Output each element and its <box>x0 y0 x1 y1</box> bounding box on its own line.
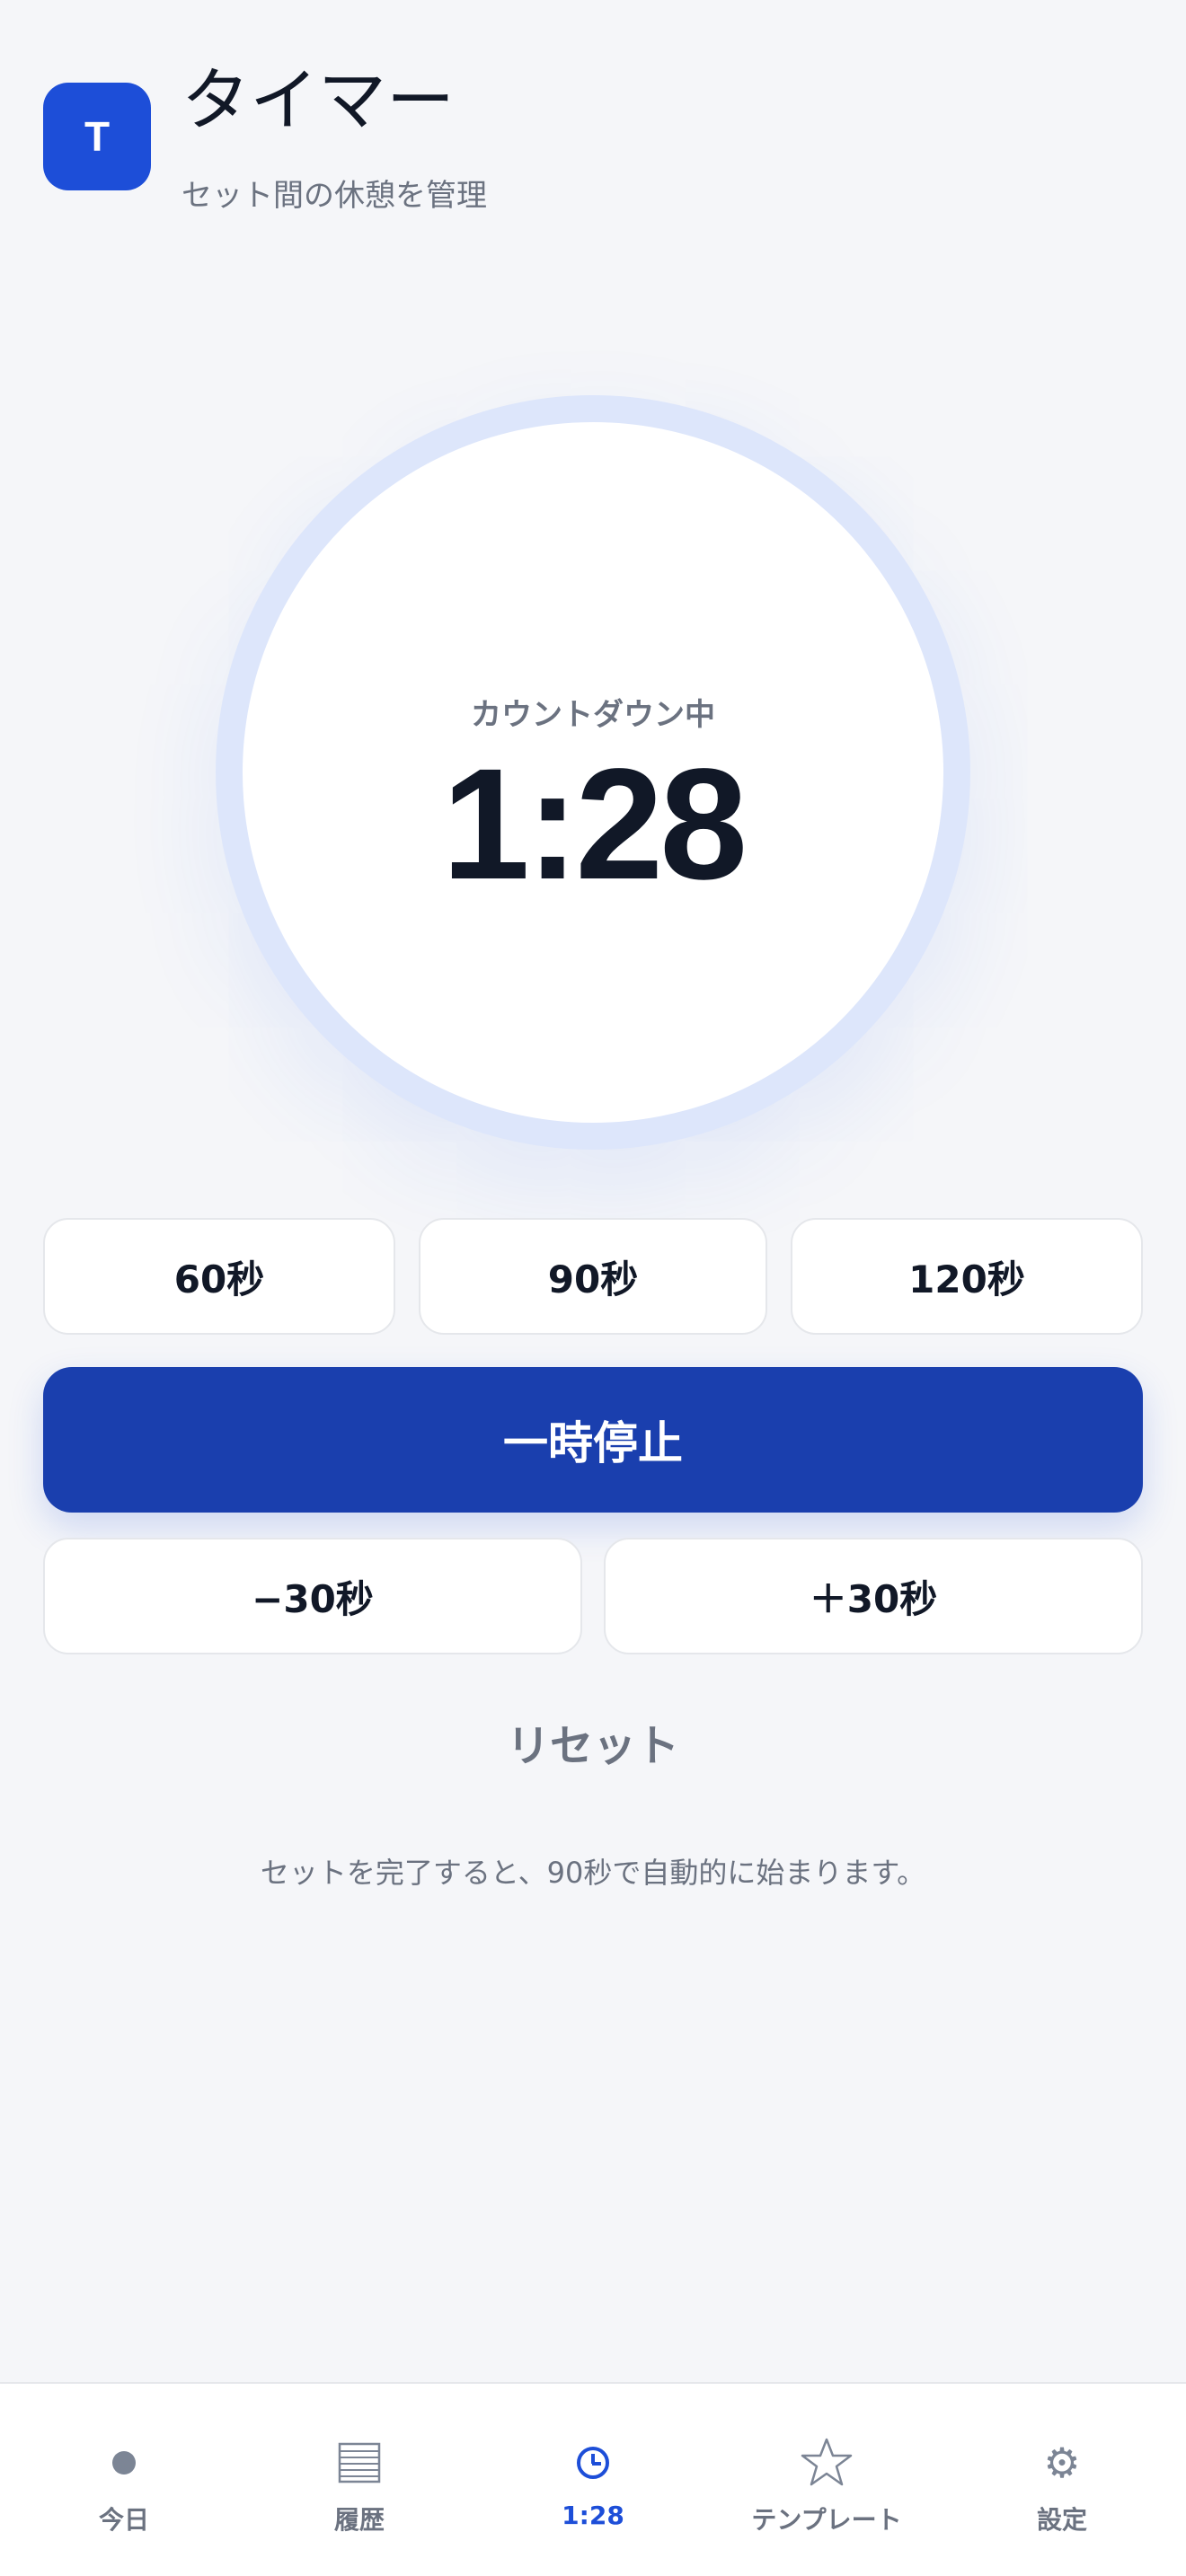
timer-status: カウントダウン中 <box>471 697 715 733</box>
preset-120-button[interactable]: 120秒 <box>791 1218 1143 1335</box>
timer-display: 1:28 <box>441 737 748 913</box>
nav-label-templates: テンプレート <box>751 2505 902 2535</box>
nav-label-today: 今日 <box>98 2505 149 2535</box>
nav-item-templates[interactable]: テンプレート <box>708 2384 945 2576</box>
minus-30-button[interactable]: −30秒 <box>43 1538 582 1654</box>
gear-icon: ⚙ <box>1043 2439 1081 2487</box>
timer-ring: カウントダウン中 1:28 <box>216 395 970 1150</box>
plus-30-button[interactable]: ＋30秒 <box>604 1538 1143 1654</box>
nav-label-settings: 設定 <box>1036 2505 1087 2535</box>
nav-item-settings[interactable]: ⚙ 設定 <box>943 2384 1181 2576</box>
nav-item-timer[interactable]: 1:28 <box>474 2384 712 2576</box>
timer-face: カウントダウン中 1:28 <box>243 422 943 1123</box>
nav-item-today[interactable]: 今日 <box>5 2384 243 2576</box>
auto-start-hint: セットを完了すると、90秒で自動的に始まります。 <box>260 1856 926 1890</box>
app-icon-letter: T <box>84 113 111 160</box>
app-icon: T <box>43 83 151 190</box>
nav-item-history[interactable]: 履歴 <box>241 2384 478 2576</box>
bottom-nav: 今日 履歴 1:28 テンプレート ⚙ 設定 <box>0 2382 1186 2576</box>
reset-button[interactable]: リセット <box>0 1710 1186 1773</box>
nav-label-history: 履歴 <box>333 2505 385 2535</box>
star-icon <box>708 2436 945 2490</box>
clock-icon <box>474 2436 712 2490</box>
dot-icon <box>5 2436 243 2490</box>
preset-90-button[interactable]: 90秒 <box>419 1218 767 1335</box>
pause-button[interactable]: 一時停止 <box>43 1367 1143 1513</box>
list-icon <box>241 2436 478 2490</box>
timer-screen: T タイマー セット間の休憩を管理 カウントダウン中 1:28 60秒 90秒 … <box>0 0 1186 2576</box>
page-subtitle: セット間の休憩を管理 <box>181 178 487 214</box>
nav-label-timer: 1:28 <box>562 2501 624 2530</box>
preset-60-button[interactable]: 60秒 <box>43 1218 395 1335</box>
page-title: タイマー <box>181 60 455 140</box>
